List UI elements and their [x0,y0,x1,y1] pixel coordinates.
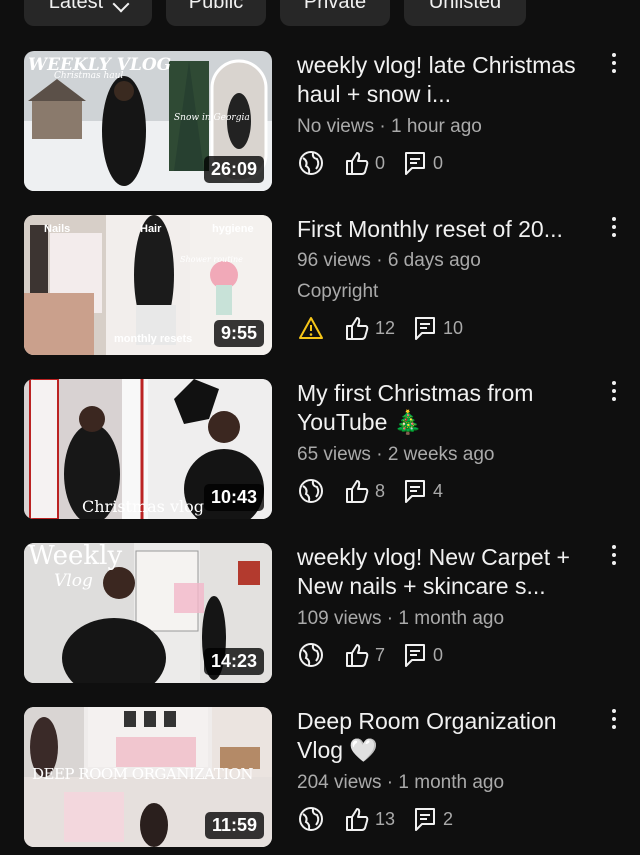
filter-chip-bar: Latest Public Private Unlisted [0,0,640,30]
thumbnail-label-nails: Nails [44,223,71,235]
video-meta: 204 views · 1 month ago [297,772,504,794]
like-count: 12 [375,317,396,338]
video-title[interactable]: weekly vlog! late Christmas haul + snow … [297,51,597,109]
video-age: 1 month ago [398,772,505,793]
comment-icon[interactable] [401,149,429,177]
more-options-icon[interactable] [606,53,622,83]
thumbnail-label-shower: Shower routine [180,255,243,264]
thumbs-up-icon[interactable] [343,641,371,669]
more-options-icon[interactable] [606,709,622,739]
video-duration: 9:55 [213,320,264,347]
comment-icon[interactable] [411,805,439,833]
video-thumbnail[interactable]: WEEKLY VLOG Christmas haul Snow in Georg… [24,51,272,191]
more-options-icon[interactable] [606,545,622,575]
filter-chip-public[interactable]: Public [166,0,266,26]
globe-icon[interactable] [297,477,325,505]
globe-icon[interactable] [297,641,325,669]
thumbnail-caption: Christmas vlog [82,497,204,516]
thumbnail-subtitle-text: Vlog [54,571,93,591]
comment-count: 0 [433,152,444,173]
video-thumbnail[interactable]: Nails Hair hygiene Shower routine monthl… [24,215,272,355]
more-options-icon[interactable] [606,217,622,247]
video-meta: 96 views · 6 days ago [297,250,481,272]
comment-count: 2 [443,808,454,829]
video-item[interactable]: DEEP ROOM ORGANIZATION 11:59 Deep Room O… [0,707,640,847]
video-item[interactable]: Weekly Vlog 14:23 weekly vlog! New Carpe… [0,543,640,683]
video-views: 65 views [297,444,371,465]
video-title[interactable]: Deep Room Organization Vlog 🤍 [297,707,597,765]
video-views: 204 views [297,772,382,793]
comment-count: 10 [443,317,464,338]
video-meta: 109 views · 1 month ago [297,608,504,630]
meta-separator: · [376,444,383,465]
filter-chip-private[interactable]: Private [280,0,390,26]
video-item[interactable]: WEEKLY VLOG Christmas haul Snow in Georg… [0,51,640,191]
video-stats: 8 4 [297,476,459,506]
video-views: 109 views [297,608,382,629]
chevron-down-icon [112,0,130,13]
video-title[interactable]: weekly vlog! New Carpet + New nails + sk… [297,543,597,601]
thumbnail-title-text: Weekly [28,543,123,571]
more-options-icon[interactable] [606,381,622,411]
like-count: 7 [375,644,386,665]
video-stats: 13 2 [297,804,469,834]
thumbs-up-icon[interactable] [343,805,371,833]
video-stats: 0 0 [297,148,459,178]
thumbnail-tag-text: Snow in Georgia [174,113,250,123]
filter-chip-label: Private [303,0,367,13]
video-item[interactable]: Christmas vlog 10:43 My first Christmas … [0,379,640,519]
thumbnail-label-hygiene: hygiene [212,223,254,235]
video-age: 2 weeks ago [387,444,495,465]
video-title[interactable]: My first Christmas from YouTube 🎄 [297,379,597,437]
thumbs-up-icon[interactable] [343,314,371,342]
meta-separator: · [386,608,394,629]
thumbs-up-icon[interactable] [343,477,371,505]
globe-icon[interactable] [297,805,325,833]
comment-icon[interactable] [401,641,429,669]
filter-chip-label: Latest [48,0,104,13]
like-count: 13 [375,808,396,829]
like-count: 0 [375,152,386,173]
video-meta: 65 views · 2 weeks ago [297,444,495,466]
filter-chip-label: Unlisted [428,0,502,13]
video-duration: 14:23 [203,648,264,675]
meta-separator: · [379,116,386,137]
thumbs-up-icon[interactable] [343,149,371,177]
thumbnail-subtitle-text: Christmas haul [54,71,124,81]
video-meta: No views · 1 hour ago [297,116,482,138]
video-age: 1 month ago [398,608,505,629]
thumbnail-label-monthly: monthly resets [114,333,193,345]
video-duration: 26:09 [203,156,264,183]
comment-icon[interactable] [401,477,429,505]
filter-chip-unlisted[interactable]: Unlisted [404,0,526,26]
video-title[interactable]: First Monthly reset of 20... [297,215,597,244]
video-age: 6 days ago [387,250,481,271]
filter-chip-label: Public [188,0,244,13]
meta-separator: · [386,772,394,793]
thumbnail-label-hair: Hair [140,223,162,235]
video-thumbnail[interactable]: Weekly Vlog 14:23 [24,543,272,683]
like-count: 8 [375,480,386,501]
video-age: 1 hour ago [390,116,482,137]
comment-count: 4 [433,480,444,501]
comment-count: 0 [433,644,444,665]
video-duration: 10:43 [203,484,264,511]
copyright-notice[interactable]: Copyright [297,281,378,303]
video-views: No views [297,116,375,137]
video-item[interactable]: Nails Hair hygiene Shower routine monthl… [0,215,640,355]
video-views: 96 views [297,250,371,271]
video-stats: 7 0 [297,640,459,670]
meta-separator: · [376,250,383,271]
comment-icon[interactable] [411,314,439,342]
warning-icon[interactable] [297,314,325,342]
video-stats: 12 10 [297,313,479,343]
video-thumbnail[interactable]: DEEP ROOM ORGANIZATION 11:59 [24,707,272,847]
globe-icon[interactable] [297,149,325,177]
thumbnail-title-text: DEEP ROOM ORGANIZATION [32,765,254,783]
filter-chip-latest[interactable]: Latest [24,0,152,26]
video-duration: 11:59 [204,812,264,839]
video-thumbnail[interactable]: Christmas vlog 10:43 [24,379,272,519]
